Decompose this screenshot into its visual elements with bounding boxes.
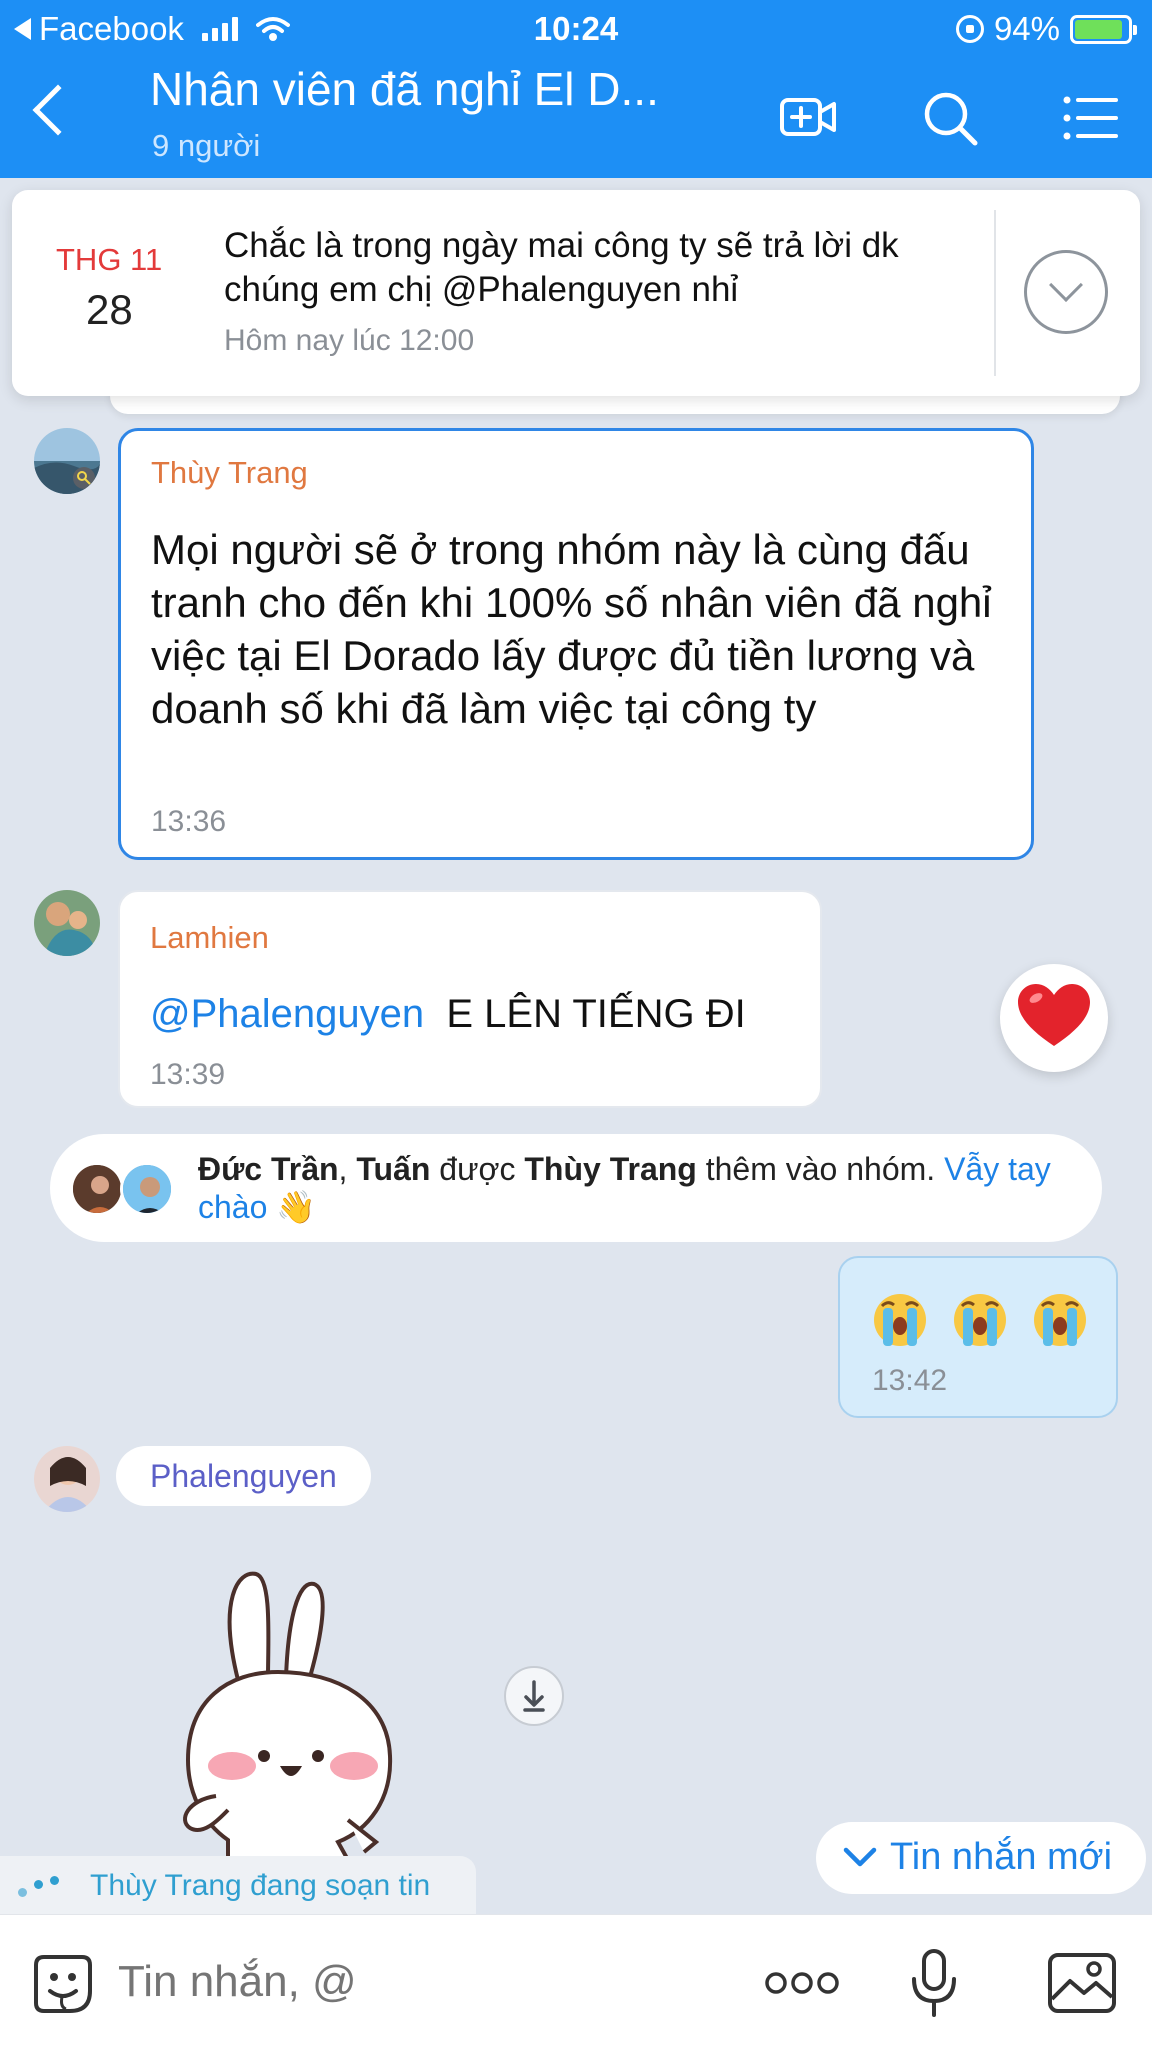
avatar[interactable] [34,890,100,956]
message-time: 13:42 [872,1364,948,1397]
own-message-bubble[interactable]: 13:42 [838,1256,1118,1418]
more-options-icon[interactable] [762,1959,842,2007]
mention-link[interactable]: @Phalenguyen [150,992,424,1036]
back-to-app-button[interactable]: Facebook [14,10,290,48]
typing-indicator: Thùy Trang đang soạn tin [0,1856,476,1914]
conversation-title[interactable]: Nhân viên đã nghỉ El D... [150,62,659,116]
divider [994,210,996,376]
message-input[interactable] [118,1939,718,2025]
avatar[interactable] [120,1162,174,1216]
reaction-button[interactable] [1000,964,1108,1072]
menu-list-icon[interactable] [1058,86,1122,150]
crying-face-emojis [874,1294,1086,1346]
image-gallery-icon[interactable] [1044,1949,1120,2017]
new-messages-button[interactable]: Tin nhắn mới [816,1822,1146,1894]
user-name[interactable]: Đức Trần [198,1151,339,1187]
search-icon[interactable] [918,86,982,150]
typing-dot [18,1888,27,1897]
microphone-icon[interactable] [904,1945,964,2021]
new-messages-label: Tin nhắn mới [890,1836,1113,1878]
message-time: 13:39 [150,1058,226,1091]
sender-name[interactable]: Thùy Trang [151,455,308,491]
message-body: E LÊN TIẾNG ĐI [446,992,746,1036]
status-bar: Facebook 10:24 94% [0,0,1152,56]
battery-percent: 94% [993,10,1060,47]
cellular-signal-icon [201,17,238,41]
avatar[interactable] [70,1162,124,1216]
sender-name[interactable]: Lamhien [150,920,269,956]
pinned-time: Hôm nay lúc 12:00 [224,324,475,357]
sticker-emoji-icon[interactable] [30,1951,96,2017]
battery-icon [1070,14,1137,44]
typing-dot [34,1880,43,1889]
download-icon[interactable] [504,1666,564,1726]
message-text: Mọi người sẽ ở trong nhóm này là cùng đấ… [151,526,992,732]
system-notice: Đức Trần, Tuấn được Thùy Trang thêm vào … [50,1134,1102,1242]
pinned-text: Chắc là trong ngày mai công ty sẽ trả lờ… [224,226,899,309]
user-name[interactable]: Thùy Trang [524,1151,696,1187]
message-bubble[interactable]: Lamhien @Phalenguyen E LÊN TIẾNG ĐI 13:3… [118,890,822,1108]
pinned-month: THG 11 [56,242,163,277]
crying-face-icon [874,1294,926,1346]
typing-indicator-text: Thùy Trang đang soạn tin [90,1869,431,1902]
member-count[interactable]: 9 người [152,128,260,164]
message-text: @Phalenguyen E LÊN TIẾNG ĐI [150,988,810,1041]
separator: , [338,1151,357,1187]
notice-text: thêm vào nhóm. [696,1151,945,1187]
pinned-message-card[interactable]: THG 11 28 Chắc là trong ngày mai công ty… [12,190,1140,396]
expand-chevron-icon[interactable] [1024,250,1108,334]
heart-icon [1018,984,1090,1046]
back-triangle-icon [14,18,31,40]
crying-face-icon [954,1294,1006,1346]
message-bubble[interactable]: Thùy Trang Mọi người sẽ ở trong nhóm này… [118,428,1034,860]
system-notice-text: Đức Trần, Tuấn được Thùy Trang thêm vào … [198,1150,1098,1226]
wifi-icon [255,17,290,41]
avatar[interactable] [34,428,100,494]
bunny-sticker[interactable] [168,1560,408,1860]
typing-dot [50,1876,59,1885]
rotation-lock-icon [955,15,984,43]
pinned-day: 28 [86,286,133,333]
message-input-bar [0,1914,1152,2048]
chevron-down-icon [843,1847,877,1867]
video-call-icon[interactable] [776,86,840,150]
sender-name-pill[interactable]: Phalenguyen [116,1446,371,1506]
back-arrow-icon[interactable] [32,84,84,136]
notice-text: được [430,1151,525,1187]
user-name[interactable]: Tuấn [356,1151,430,1187]
back-app-label: Facebook [39,10,184,47]
avatar[interactable] [34,1446,100,1512]
waving-hand-emoji: 👋 [276,1189,317,1225]
message-time: 13:36 [151,805,227,838]
header-bar: Facebook 10:24 94% Nhân viên đã nghỉ El … [0,0,1152,178]
crying-face-icon [1034,1294,1086,1346]
